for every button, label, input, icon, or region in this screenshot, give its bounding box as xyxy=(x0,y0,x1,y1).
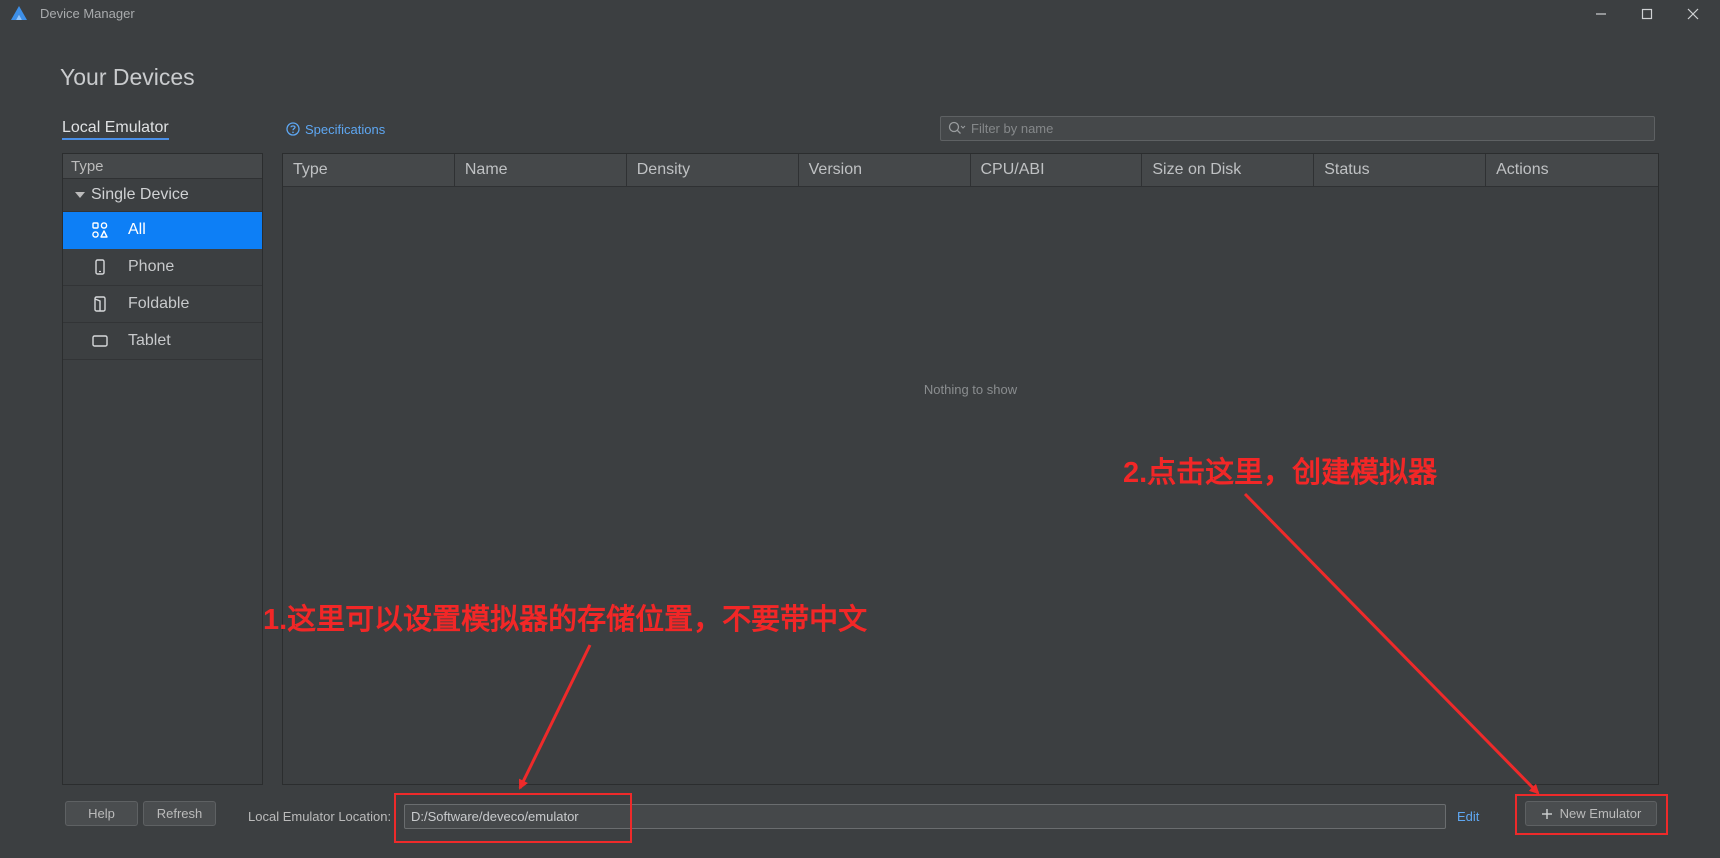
annotation-arrow-new-emulator xyxy=(1243,492,1540,795)
annotation-arrow-location xyxy=(518,644,592,790)
annotation-arrows xyxy=(518,492,1540,795)
